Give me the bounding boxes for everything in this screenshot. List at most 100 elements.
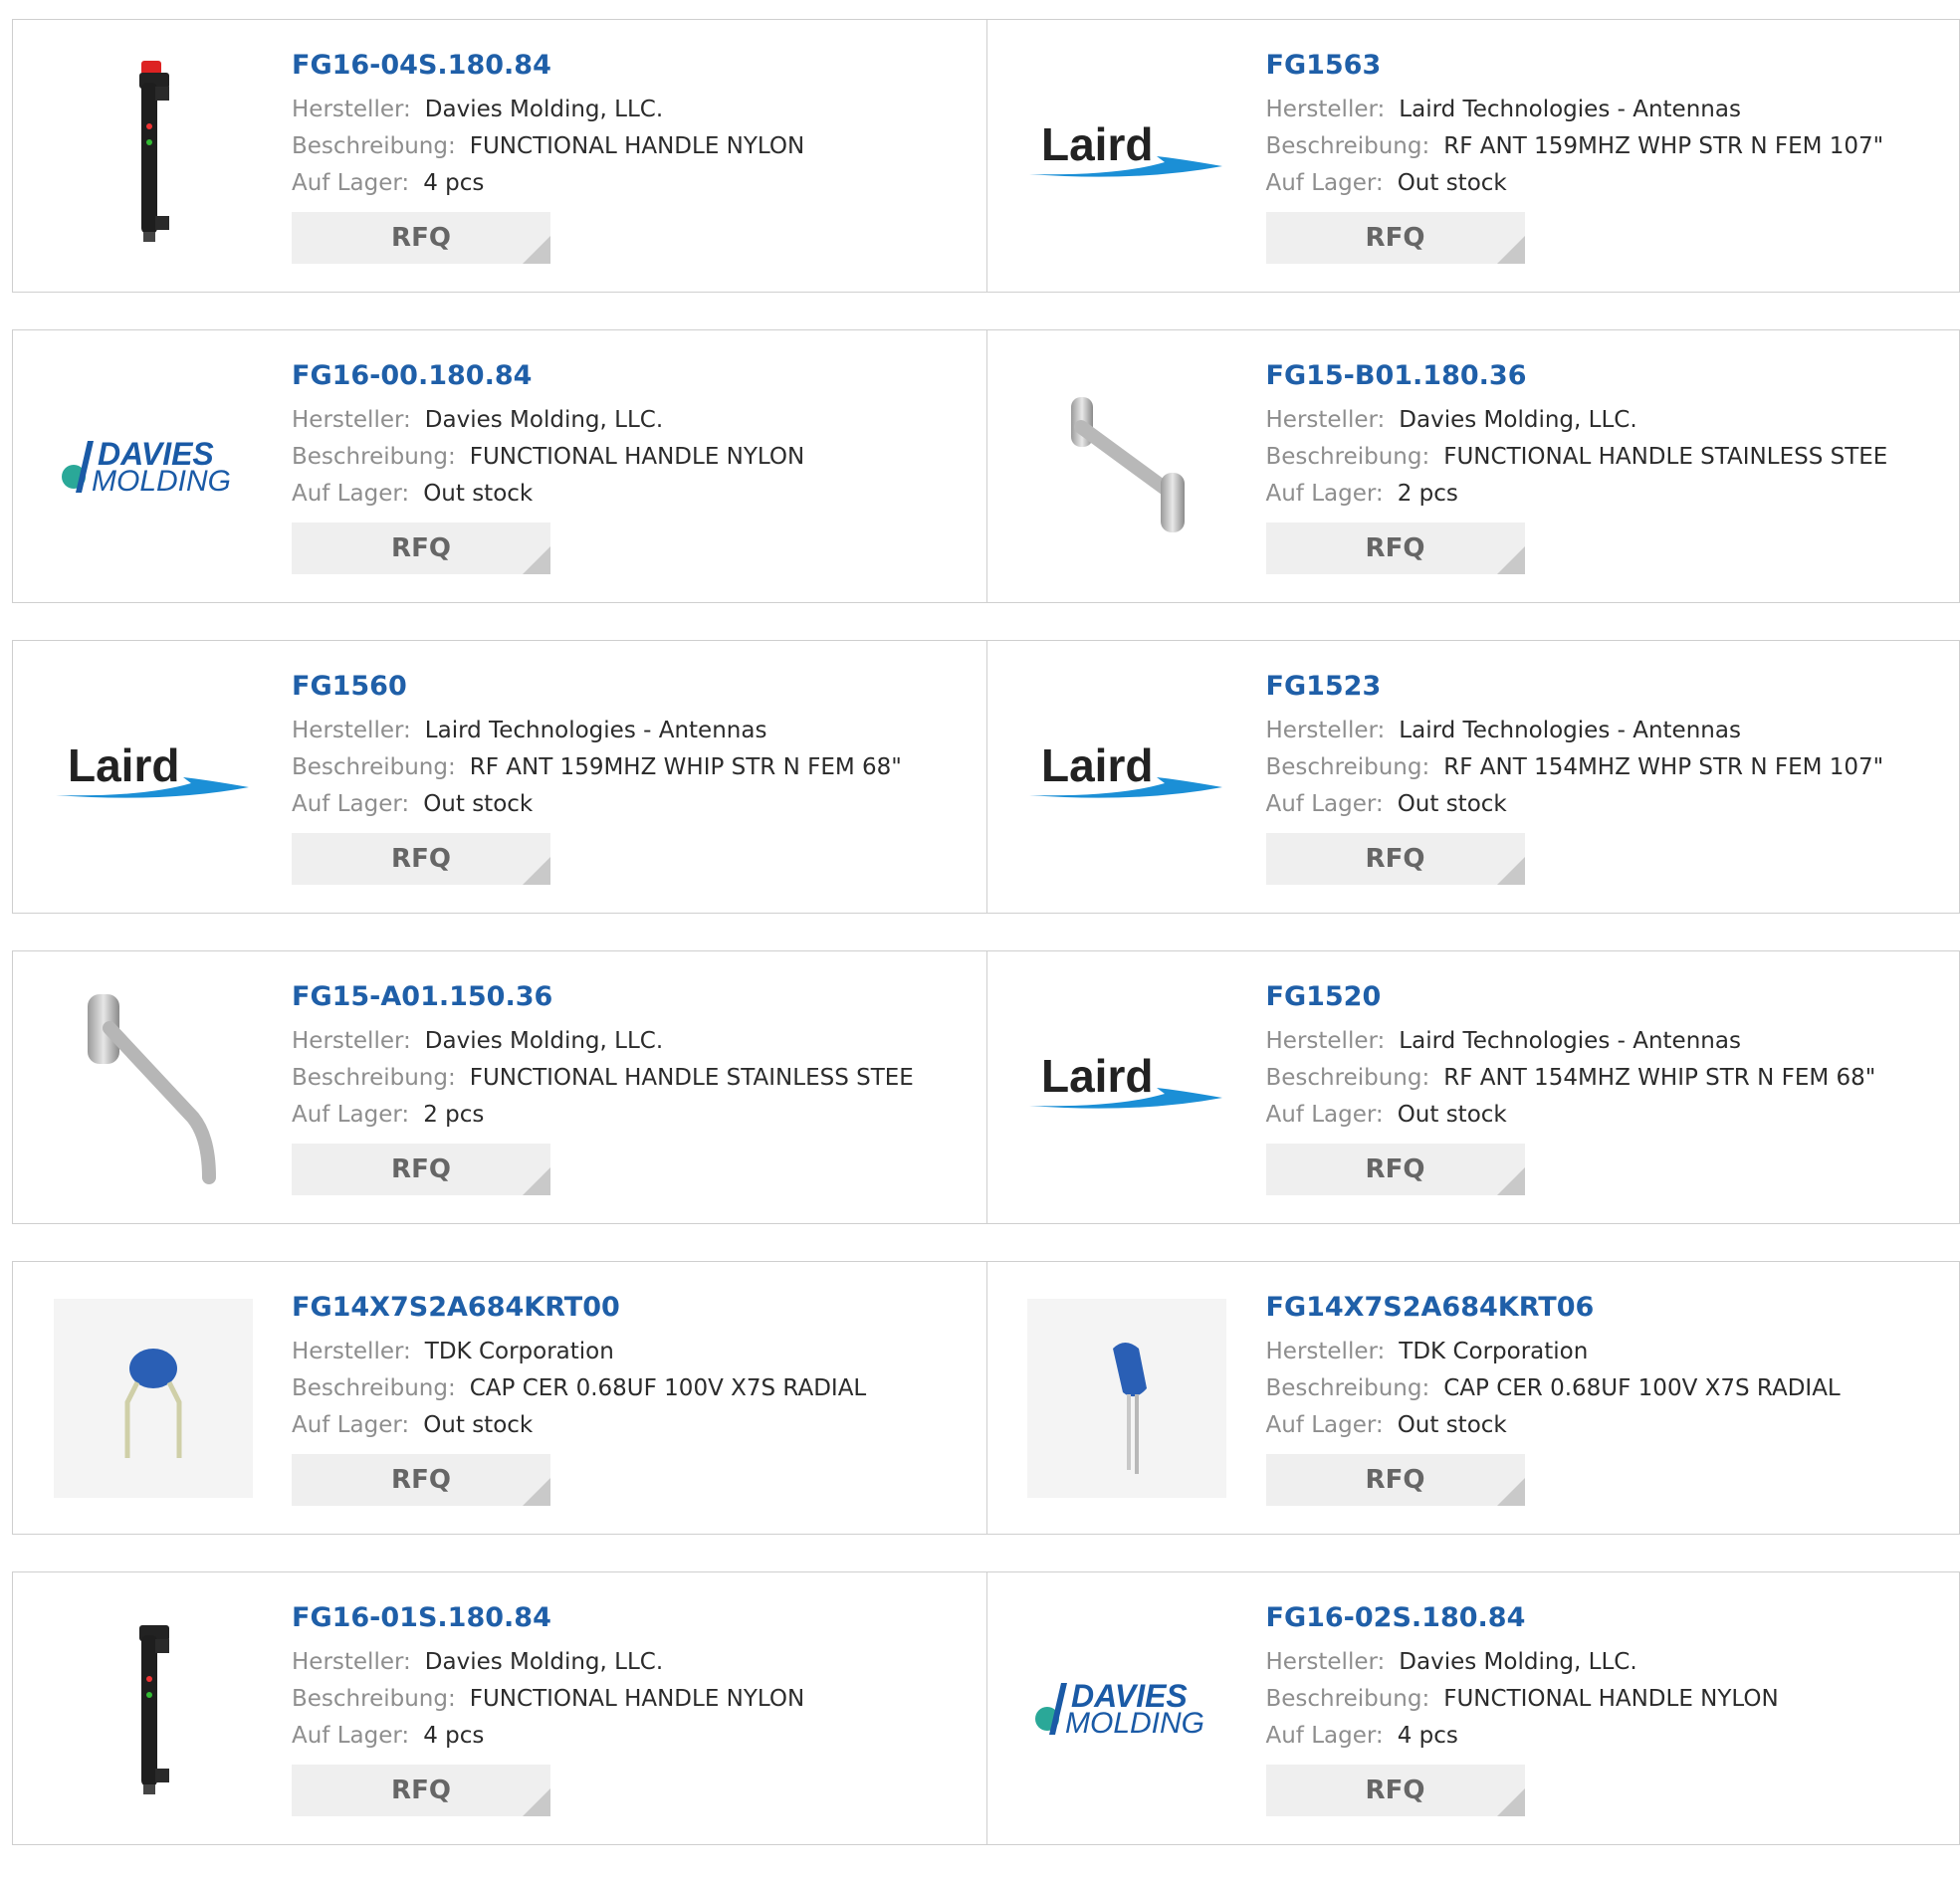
rfq-button[interactable]: RFQ — [1265, 523, 1525, 574]
corner-triangle-icon — [523, 857, 550, 885]
rfq-button[interactable]: RFQ — [292, 1454, 550, 1506]
rfq-button[interactable]: RFQ — [292, 1144, 550, 1195]
corner-triangle-icon — [1496, 1478, 1525, 1506]
part-number-link[interactable]: FG14X7S2A684KRT00 — [292, 1290, 866, 1326]
davies-molding-logo[interactable]: DAVIES MOLDING — [51, 364, 255, 568]
description-label: Beschreibung: — [1265, 133, 1430, 159]
product-grid: FG16-04S.180.84 Hersteller: Davies Moldin… — [12, 19, 1960, 1882]
part-number-link[interactable]: FG1520 — [1266, 979, 1876, 1015]
laird-logo[interactable]: Laird — [1025, 985, 1229, 1189]
manufacturer-value: Davies Molding, LLC. — [424, 1649, 664, 1675]
manufacturer-value: Davies Molding, LLC. — [1399, 1649, 1637, 1675]
product-info: FG1520 Hersteller: Laird Technologies - A… — [1265, 979, 1876, 1195]
stock-label: Auf Lager: — [1265, 1723, 1384, 1749]
description-label: Beschreibung: — [292, 754, 456, 780]
product-row: FG15-A01.150.36 Hersteller: Davies Moldin… — [12, 950, 1960, 1224]
black-handle-image[interactable] — [51, 1606, 255, 1810]
part-number-link[interactable]: FG1560 — [292, 669, 902, 705]
rfq-button-label: RFQ — [1365, 1154, 1425, 1184]
corner-triangle-icon — [1496, 546, 1525, 574]
manufacturer-label: Hersteller: — [1265, 97, 1386, 122]
description-value: FUNCTIONAL HANDLE STAINLESS STEE — [469, 1065, 914, 1091]
part-number-link[interactable]: FG14X7S2A684KRT06 — [1266, 1290, 1841, 1326]
rfq-button[interactable]: RFQ — [1265, 1454, 1525, 1506]
rfq-button[interactable]: RFQ — [1265, 1765, 1525, 1816]
manufacturer-value: Laird Technologies - Antennas — [424, 718, 767, 743]
product-info: FG14X7S2A684KRT06 Hersteller: TDK Corpora… — [1265, 1290, 1841, 1506]
davies-logo-text-bottom: MOLDING — [1065, 1707, 1204, 1740]
stock-value: Out stock — [1397, 791, 1507, 817]
corner-triangle-icon — [523, 236, 550, 264]
product-card: Laird FG1563 Hersteller: Laird Technologi… — [985, 20, 1960, 292]
rfq-button-label: RFQ — [391, 223, 451, 253]
description-value: FUNCTIONAL HANDLE NYLON — [469, 133, 805, 159]
description-label: Beschreibung: — [292, 1686, 456, 1712]
capacitor-image[interactable] — [51, 1296, 255, 1500]
product-card: Laird FG1520 Hersteller: Laird Technologi… — [985, 951, 1960, 1223]
rfq-button[interactable]: RFQ — [1265, 212, 1525, 264]
rfq-button[interactable]: RFQ — [1265, 833, 1525, 885]
manufacturer-line: Hersteller: Davies Molding, LLC. — [292, 1644, 804, 1681]
part-number-link[interactable]: FG16-00.180.84 — [292, 358, 804, 394]
manufacturer-line: Hersteller: Davies Molding, LLC. — [292, 1023, 914, 1060]
part-number-link[interactable]: FG16-04S.180.84 — [292, 48, 804, 84]
stock-line: Auf Lager: 4 pcs — [292, 165, 804, 202]
rfq-button-label: RFQ — [391, 533, 451, 563]
manufacturer-label: Hersteller: — [292, 1339, 411, 1364]
rfq-button-label: RFQ — [1365, 1465, 1425, 1495]
description-value: CAP CER 0.68UF 100V X7S RADIAL — [1443, 1375, 1841, 1401]
davies-molding-logo[interactable]: DAVIES MOLDING — [1025, 1606, 1229, 1810]
description-line: Beschreibung: FUNCTIONAL HANDLE NYLON — [292, 128, 804, 165]
part-number-link[interactable]: FG1523 — [1266, 669, 1884, 705]
description-label: Beschreibung: — [1265, 444, 1430, 470]
manufacturer-line: Hersteller: Davies Molding, LLC. — [292, 402, 804, 439]
manufacturer-label: Hersteller: — [1265, 1649, 1386, 1675]
rfq-button[interactable]: RFQ — [292, 833, 550, 885]
manufacturer-line: Hersteller: Laird Technologies - Antennas — [1266, 713, 1884, 749]
manufacturer-line: Hersteller: Laird Technologies - Antennas — [1266, 92, 1884, 128]
part-number-link[interactable]: FG1563 — [1266, 48, 1884, 84]
rfq-button[interactable]: RFQ — [292, 1765, 550, 1816]
description-line: Beschreibung: FUNCTIONAL HANDLE STAINLESS… — [1266, 439, 1888, 476]
capacitor-side-image[interactable] — [1025, 1296, 1229, 1500]
rfq-button[interactable]: RFQ — [292, 523, 550, 574]
stock-line: Auf Lager: Out stock — [1266, 1407, 1841, 1444]
black-handle-estop-image[interactable] — [51, 54, 255, 258]
stock-label: Auf Lager: — [1265, 170, 1384, 196]
part-number-link[interactable]: FG15-B01.180.36 — [1266, 358, 1888, 394]
stock-value: 4 pcs — [423, 170, 485, 196]
manufacturer-line: Hersteller: Laird Technologies - Antennas — [1266, 1023, 1876, 1060]
steel-bent-handle-image[interactable] — [51, 985, 255, 1189]
product-card: FG16-04S.180.84 Hersteller: Davies Moldin… — [13, 20, 986, 292]
manufacturer-label: Hersteller: — [1265, 1028, 1386, 1054]
part-number-link[interactable]: FG15-A01.150.36 — [292, 979, 914, 1015]
product-info: FG15-B01.180.36 Hersteller: Davies Moldin… — [1265, 358, 1888, 574]
stock-line: Auf Lager: Out stock — [1266, 786, 1884, 823]
corner-triangle-icon — [1496, 857, 1525, 885]
part-number-link[interactable]: FG16-01S.180.84 — [292, 1600, 804, 1636]
stock-value: 2 pcs — [423, 1102, 485, 1128]
rfq-button[interactable]: RFQ — [1265, 1144, 1525, 1195]
steel-handle-image[interactable] — [1025, 364, 1229, 568]
description-value: RF ANT 159MHZ WHP STR N FEM 107" — [1443, 133, 1884, 159]
laird-logo[interactable]: Laird — [1025, 675, 1229, 879]
product-card: DAVIES MOLDING FG16-02S.180.84 Herstelle… — [985, 1572, 1960, 1844]
product-info: FG16-00.180.84 Hersteller: Davies Molding… — [292, 358, 804, 574]
stock-value: Out stock — [1397, 170, 1507, 196]
stock-line: Auf Lager: Out stock — [292, 1407, 866, 1444]
rfq-button-label: RFQ — [1365, 533, 1425, 563]
rfq-button-label: RFQ — [391, 1154, 451, 1184]
part-number-link[interactable]: FG16-02S.180.84 — [1266, 1600, 1779, 1636]
product-row: FG16-01S.180.84 Hersteller: Davies Moldin… — [12, 1571, 1960, 1845]
stock-value: Out stock — [1397, 1412, 1507, 1438]
product-info: FG1560 Hersteller: Laird Technologies - A… — [292, 669, 902, 885]
laird-logo[interactable]: Laird — [1025, 54, 1229, 258]
product-card: FG14X7S2A684KRT06 Hersteller: TDK Corpora… — [985, 1262, 1960, 1534]
description-value: FUNCTIONAL HANDLE NYLON — [1443, 1686, 1779, 1712]
description-label: Beschreibung: — [292, 133, 456, 159]
product-info: FG15-A01.150.36 Hersteller: Davies Moldin… — [292, 979, 914, 1195]
rfq-button[interactable]: RFQ — [292, 212, 550, 264]
stock-label: Auf Lager: — [292, 1723, 410, 1749]
laird-logo[interactable]: Laird — [51, 675, 255, 879]
description-label: Beschreibung: — [292, 444, 456, 470]
